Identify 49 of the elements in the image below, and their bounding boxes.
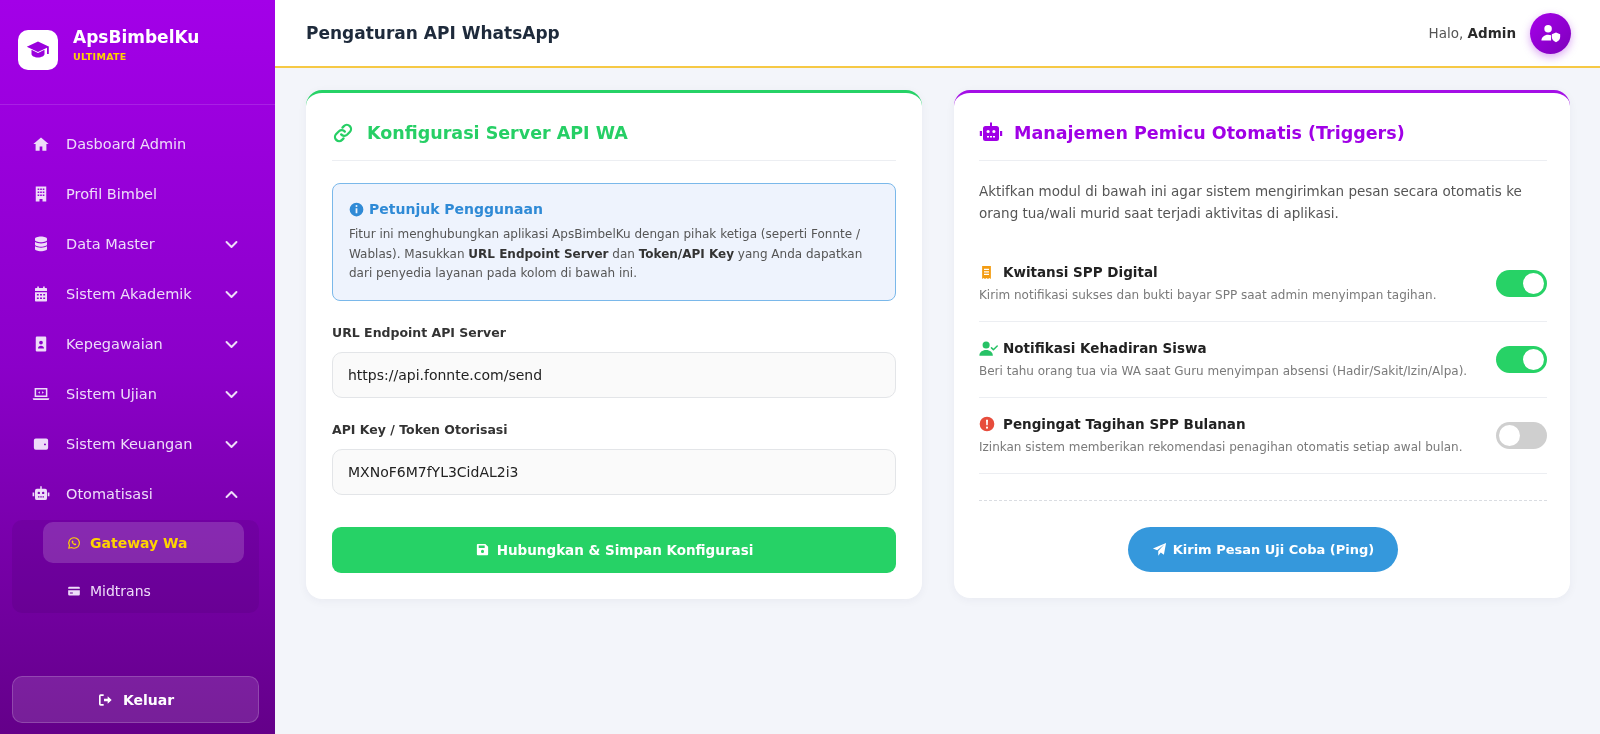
- database-icon: [32, 235, 50, 253]
- brand-name: ApsBimbelKu: [73, 26, 200, 48]
- sidebar-item[interactable]: Sistem Keuangan: [0, 419, 275, 469]
- info-icon: [349, 201, 364, 217]
- field-label: API Key / Token Otorisasi: [332, 421, 509, 438]
- sidebar-item[interactable]: Data Master: [0, 219, 275, 269]
- text-field[interactable]: MXNoF6M7fYL3CidAL2i3: [332, 448, 896, 495]
- sidebar-item[interactable]: Sistem Ujian: [0, 369, 275, 419]
- field-label: URL Endpoint API Server: [332, 324, 507, 341]
- ping-button[interactable]: Kirim Pesan Uji Coba (Ping): [1127, 527, 1399, 572]
- phone-bubble-icon: [67, 535, 81, 550]
- graduation-cap-icon: [18, 30, 58, 70]
- card-title: Konfigurasi Server API WA: [367, 122, 628, 145]
- receipt-icon: [979, 264, 994, 280]
- submenu-item[interactable]: Gateway Wa: [43, 522, 244, 563]
- trigger-title: Pengingat Tagihan SPP Bulanan: [1003, 415, 1246, 434]
- trigger-title: Notifikasi Kehadiran Siswa: [1003, 339, 1207, 358]
- laptop-code-icon: [32, 385, 50, 403]
- sidebar-item[interactable]: Profil Bimbel: [0, 169, 275, 219]
- trigger-description: Kirim notifikasi sukses dan bukti bayar SPP saat admin menyimpan tagihan.: [979, 287, 1438, 304]
- logout-button[interactable]: Keluar: [12, 676, 259, 723]
- calendar-icon: [32, 285, 50, 303]
- text-field[interactable]: https://api.fonnte.com/send: [332, 351, 896, 398]
- trigger-description: Beri tahu orang tua via WA saat Guru menyimpan absensi (Hadir/Sakit/Izin/Alpa).: [979, 363, 1469, 380]
- user-shield-icon[interactable]: [1530, 12, 1571, 54]
- user-check-icon: [979, 338, 998, 358]
- wallet-icon: [32, 435, 50, 453]
- brand-edition: ULTIMATE: [73, 50, 128, 64]
- card-description: Aktifkan modul di bawah ini agar sistem mengirimkan pesan secara otomatis ke orang tua/wali murid saat terjadi aktivitas di aplikasi.: [979, 182, 1523, 223]
- sidebar-item[interactable]: Sistem Akademik: [0, 269, 275, 319]
- sidebar-item[interactable]: Otomatisasi: [0, 469, 275, 519]
- paper-plane-icon: [1151, 542, 1167, 557]
- sidebar-item[interactable]: Kepegawaian: [0, 319, 275, 369]
- submenu-item[interactable]: Midtrans: [43, 570, 244, 611]
- toggle-switch[interactable]: [1496, 346, 1547, 373]
- trigger-description: Izinkan sistem memberikan rekomendasi penagihan otomatis setiap awal bulan.: [979, 439, 1464, 456]
- robot-icon: [32, 485, 50, 503]
- home-icon: [32, 135, 50, 153]
- toggle-switch[interactable]: [1496, 422, 1547, 449]
- page-title: Pengaturan API WhatsApp: [306, 23, 560, 43]
- trigger-title: Kwitansi SPP Digital: [1003, 263, 1158, 282]
- sidebar-item[interactable]: Dasboard Admin: [0, 119, 275, 169]
- logout-icon: [96, 691, 113, 708]
- card-title: Manajemen Pemicu Otomatis (Triggers): [1014, 122, 1405, 145]
- info-text: Fitur ini menghubungkan aplikasi ApsBimbelKu dengan pihak ketiga (seperti Fonnte / Wablas). Masukkan URL Endpoint Server dan Token/API Key yang Anda dapatkan dari penyedia layanan pada kolom di bawah ini.: [349, 226, 864, 282]
- toggle-switch[interactable]: [1496, 270, 1547, 297]
- info-title: Petunjuk Penggunaan: [369, 200, 543, 219]
- link-icon: [332, 122, 354, 144]
- greeting-text: Halo, Admin: [1428, 25, 1516, 41]
